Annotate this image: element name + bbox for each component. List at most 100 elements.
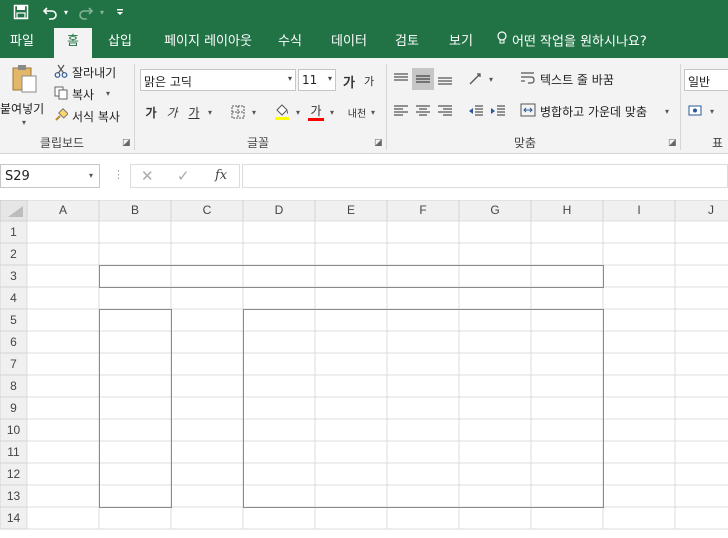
copy-icon xyxy=(54,86,68,103)
column-header-label: C xyxy=(203,203,212,217)
copy-dropdown-icon[interactable]: ▾ xyxy=(106,89,110,98)
tab-view[interactable]: 보기 xyxy=(440,24,482,58)
cancel-entry-icon[interactable]: ✕ xyxy=(141,167,154,185)
borders-button[interactable] xyxy=(228,102,248,122)
font-size-value: 11 xyxy=(302,73,318,87)
worksheet-canvas[interactable]: A B C D E F G H I J1234567891011121314 xyxy=(0,200,728,538)
font-name-dropdown-icon: ▾ xyxy=(287,74,292,83)
column-header-label: F xyxy=(419,203,426,217)
grow-font-icon: 가 xyxy=(343,75,355,91)
align-top-icon xyxy=(394,73,408,81)
align-middle-icon xyxy=(416,75,430,83)
wrap-text-button[interactable]: 텍스트 줄 바꿈 xyxy=(520,69,670,89)
row-header-label: 11 xyxy=(7,445,20,459)
tab-file[interactable]: 파일 xyxy=(0,24,44,58)
worksheet-grid[interactable]: A B C D E F G H I J 1 2 3 4 5 6 7 8 9 10 11 12 13 14 xyxy=(0,200,728,538)
align-bottom-button[interactable] xyxy=(436,68,454,90)
column-header-j[interactable] xyxy=(674,200,728,222)
font-color-button[interactable]: 가 xyxy=(306,100,326,124)
borders-dropdown-icon[interactable]: ▾ xyxy=(249,102,259,122)
decrease-indent-button[interactable] xyxy=(466,100,486,122)
tab-review[interactable]: 검토 xyxy=(386,24,428,58)
wrap-text-label: 텍스트 줄 바꿈 xyxy=(540,73,614,87)
insert-function-icon[interactable]: fx xyxy=(215,168,227,183)
tab-data[interactable]: 데이터 xyxy=(324,24,374,58)
format-painter-button[interactable]: 서식 복사 xyxy=(52,108,132,126)
underline-button[interactable]: 가 xyxy=(185,102,203,122)
font-name-select[interactable]: 맑은 고딕 ▾ xyxy=(140,69,296,91)
column-header-label: B xyxy=(131,203,139,217)
paintbrush-icon xyxy=(54,108,69,125)
font-size-select[interactable]: 11 ▾ xyxy=(298,69,336,91)
align-center-button[interactable] xyxy=(414,100,432,122)
font-name-value: 맑은 고딕 xyxy=(144,75,192,89)
italic-button[interactable]: 가 xyxy=(163,102,181,122)
increase-indent-button[interactable] xyxy=(488,100,508,122)
undo-dropdown-icon[interactable]: ▾ xyxy=(60,0,72,24)
align-right-button[interactable] xyxy=(436,100,454,122)
number-format-select[interactable]: 일반 xyxy=(684,69,728,91)
cut-button[interactable]: 잘라내기 xyxy=(52,64,132,82)
merge-center-dropdown-icon[interactable]: ▾ xyxy=(662,101,672,121)
column-header-label: I xyxy=(637,203,640,217)
formula-buttons: ✕ ✓ fx xyxy=(130,164,240,188)
align-left-icon xyxy=(394,105,408,116)
clipboard-launcher-icon[interactable]: ◪ xyxy=(122,138,131,148)
format-painter-label: 서식 복사 xyxy=(72,110,120,124)
phonetic-guide-button[interactable]: 내천 xyxy=(346,100,368,124)
font-color-dropdown-icon[interactable]: ▾ xyxy=(327,102,337,122)
row-header-label: 4 xyxy=(10,291,17,305)
font-color-icon: 가 xyxy=(310,103,322,118)
cell-border-range-b3-h3 xyxy=(99,265,604,288)
font-launcher-icon[interactable]: ◪ xyxy=(374,138,383,148)
bold-button[interactable]: 가 xyxy=(142,102,160,122)
formula-input[interactable] xyxy=(242,164,728,188)
merge-center-button[interactable]: 병합하고 가운데 맞춤 xyxy=(520,101,670,121)
phonetic-dropdown-icon[interactable]: ▾ xyxy=(368,102,378,122)
alignment-launcher-icon[interactable]: ◪ xyxy=(668,138,677,148)
orientation-dropdown-icon[interactable]: ▾ xyxy=(486,68,496,90)
group-divider xyxy=(680,64,681,150)
italic-icon: 가 xyxy=(166,105,178,120)
row-header-label: 1 xyxy=(10,225,17,239)
increase-indent-icon xyxy=(491,105,505,116)
row-header-label: 14 xyxy=(7,511,21,525)
tab-formulas[interactable]: 수식 xyxy=(270,24,310,58)
grow-font-button[interactable]: 가 xyxy=(340,71,358,91)
row-header-label: 10 xyxy=(7,423,21,437)
orientation-button[interactable] xyxy=(466,68,486,90)
paste-button[interactable]: 붙여넣기 ▾ xyxy=(0,62,48,127)
tab-insert[interactable]: 삽입 xyxy=(100,24,140,58)
enter-entry-icon[interactable]: ✓ xyxy=(177,167,190,185)
tell-me-box[interactable]: 어떤 작업을 원하시나요? xyxy=(496,24,666,58)
borders-icon xyxy=(231,105,245,119)
font-size-dropdown-icon: ▾ xyxy=(327,74,332,83)
tab-home[interactable]: 홈 xyxy=(54,28,92,58)
decrease-indent-icon xyxy=(469,105,483,116)
align-middle-button[interactable] xyxy=(412,68,434,90)
ribbon-tabs: 파일 홈 삽입 페이지 레이아웃 수식 데이터 검토 보기 어떤 작업을 원하시… xyxy=(0,24,728,58)
name-box[interactable]: S29 ▾ xyxy=(0,164,100,188)
accounting-dropdown-icon[interactable]: ▾ xyxy=(707,100,717,122)
cut-label: 잘라내기 xyxy=(72,66,117,80)
column-header-label: A xyxy=(59,203,67,217)
row-header-label: 3 xyxy=(10,269,17,283)
fill-color-dropdown-icon[interactable]: ▾ xyxy=(293,102,303,122)
align-bottom-icon xyxy=(438,77,452,85)
fill-color-button[interactable] xyxy=(272,100,292,124)
column-header-label: H xyxy=(563,203,572,217)
undo-icon[interactable] xyxy=(40,0,60,24)
fill-color-icon xyxy=(275,104,289,120)
align-top-button[interactable] xyxy=(392,68,410,90)
underline-dropdown-icon[interactable]: ▾ xyxy=(205,102,215,122)
paste-dropdown-icon[interactable]: ▾ xyxy=(22,118,26,127)
save-icon[interactable] xyxy=(10,0,32,24)
align-left-button[interactable] xyxy=(392,100,410,122)
accounting-format-button[interactable] xyxy=(686,100,706,122)
name-box-dropdown-icon: ▾ xyxy=(88,171,93,180)
tab-page-layout[interactable]: 페이지 레이아웃 xyxy=(152,24,264,58)
merge-center-icon xyxy=(520,103,536,120)
copy-button[interactable]: 복사 ▾ xyxy=(52,86,132,104)
customize-qat-icon[interactable] xyxy=(112,0,128,24)
shrink-font-button[interactable]: 가 xyxy=(360,71,378,91)
